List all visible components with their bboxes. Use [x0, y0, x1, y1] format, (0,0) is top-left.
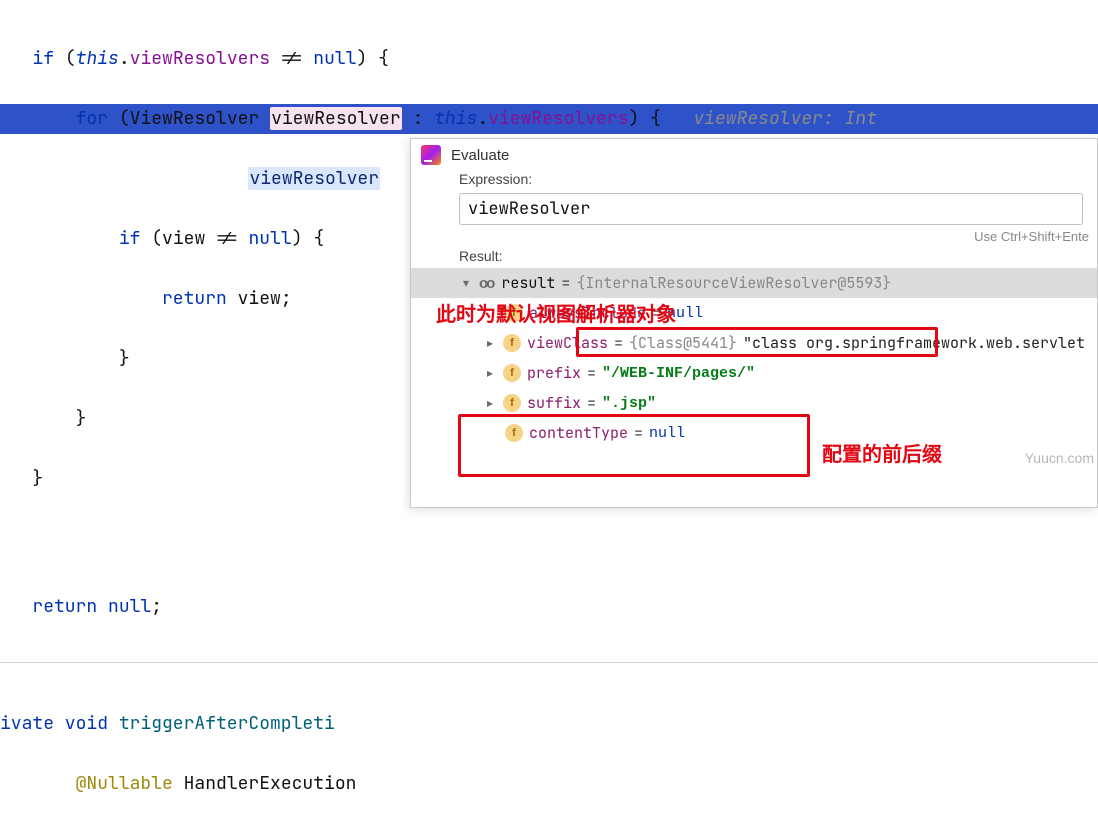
- chevron-down-icon[interactable]: ▾: [459, 276, 473, 290]
- inlay-hint: viewResolver: Int: [693, 107, 877, 130]
- keyword-if: if: [32, 47, 54, 70]
- result-label: Result:: [411, 248, 1097, 268]
- annotation-nullable: @Nullable: [76, 772, 173, 795]
- annotation-label-1: 此时为默认视图解析器对象: [436, 298, 676, 327]
- field-icon: f: [503, 364, 521, 382]
- expression-input[interactable]: viewResolver: [459, 193, 1083, 225]
- keyword-return: return: [162, 287, 227, 310]
- popup-title: Evaluate: [451, 147, 509, 164]
- field-icon: f: [503, 394, 521, 412]
- expression-label: Expression:: [411, 167, 1097, 191]
- watch-icon: oo: [479, 275, 493, 292]
- tree-row-contentType[interactable]: f contentType = null: [411, 418, 1097, 448]
- watermark: Yuucn.com: [1025, 450, 1094, 466]
- keyword-this: this: [76, 47, 119, 70]
- var-decl-viewResolver: viewResolver: [271, 107, 401, 130]
- field-icon: f: [503, 334, 521, 352]
- field-icon: f: [505, 424, 523, 442]
- tree-row-result[interactable]: ▾ oo result = {InternalResourceViewResol…: [411, 268, 1097, 298]
- chevron-right-icon[interactable]: ▸: [483, 336, 497, 350]
- intellij-icon: [421, 145, 441, 165]
- tree-row-viewClass[interactable]: ▸ f viewClass = {Class@5441} "class org.…: [411, 328, 1097, 358]
- keyboard-hint: Use Ctrl+Shift+Ente: [411, 227, 1097, 248]
- field-viewResolvers: viewResolvers: [130, 47, 270, 70]
- annotation-label-2: 配置的前后缀: [822, 438, 942, 467]
- keyword-for: for: [76, 107, 108, 130]
- chevron-right-icon[interactable]: ▸: [483, 396, 497, 410]
- method-name: triggerAfterCompleti: [119, 712, 335, 735]
- var-use-viewResolver: viewResolver: [248, 167, 380, 190]
- tree-row-prefix[interactable]: ▸ f prefix = "/WEB-INF/pages/": [411, 358, 1097, 388]
- chevron-right-icon[interactable]: ▸: [483, 366, 497, 380]
- tree-row-suffix[interactable]: ▸ f suffix = ".jsp": [411, 388, 1097, 418]
